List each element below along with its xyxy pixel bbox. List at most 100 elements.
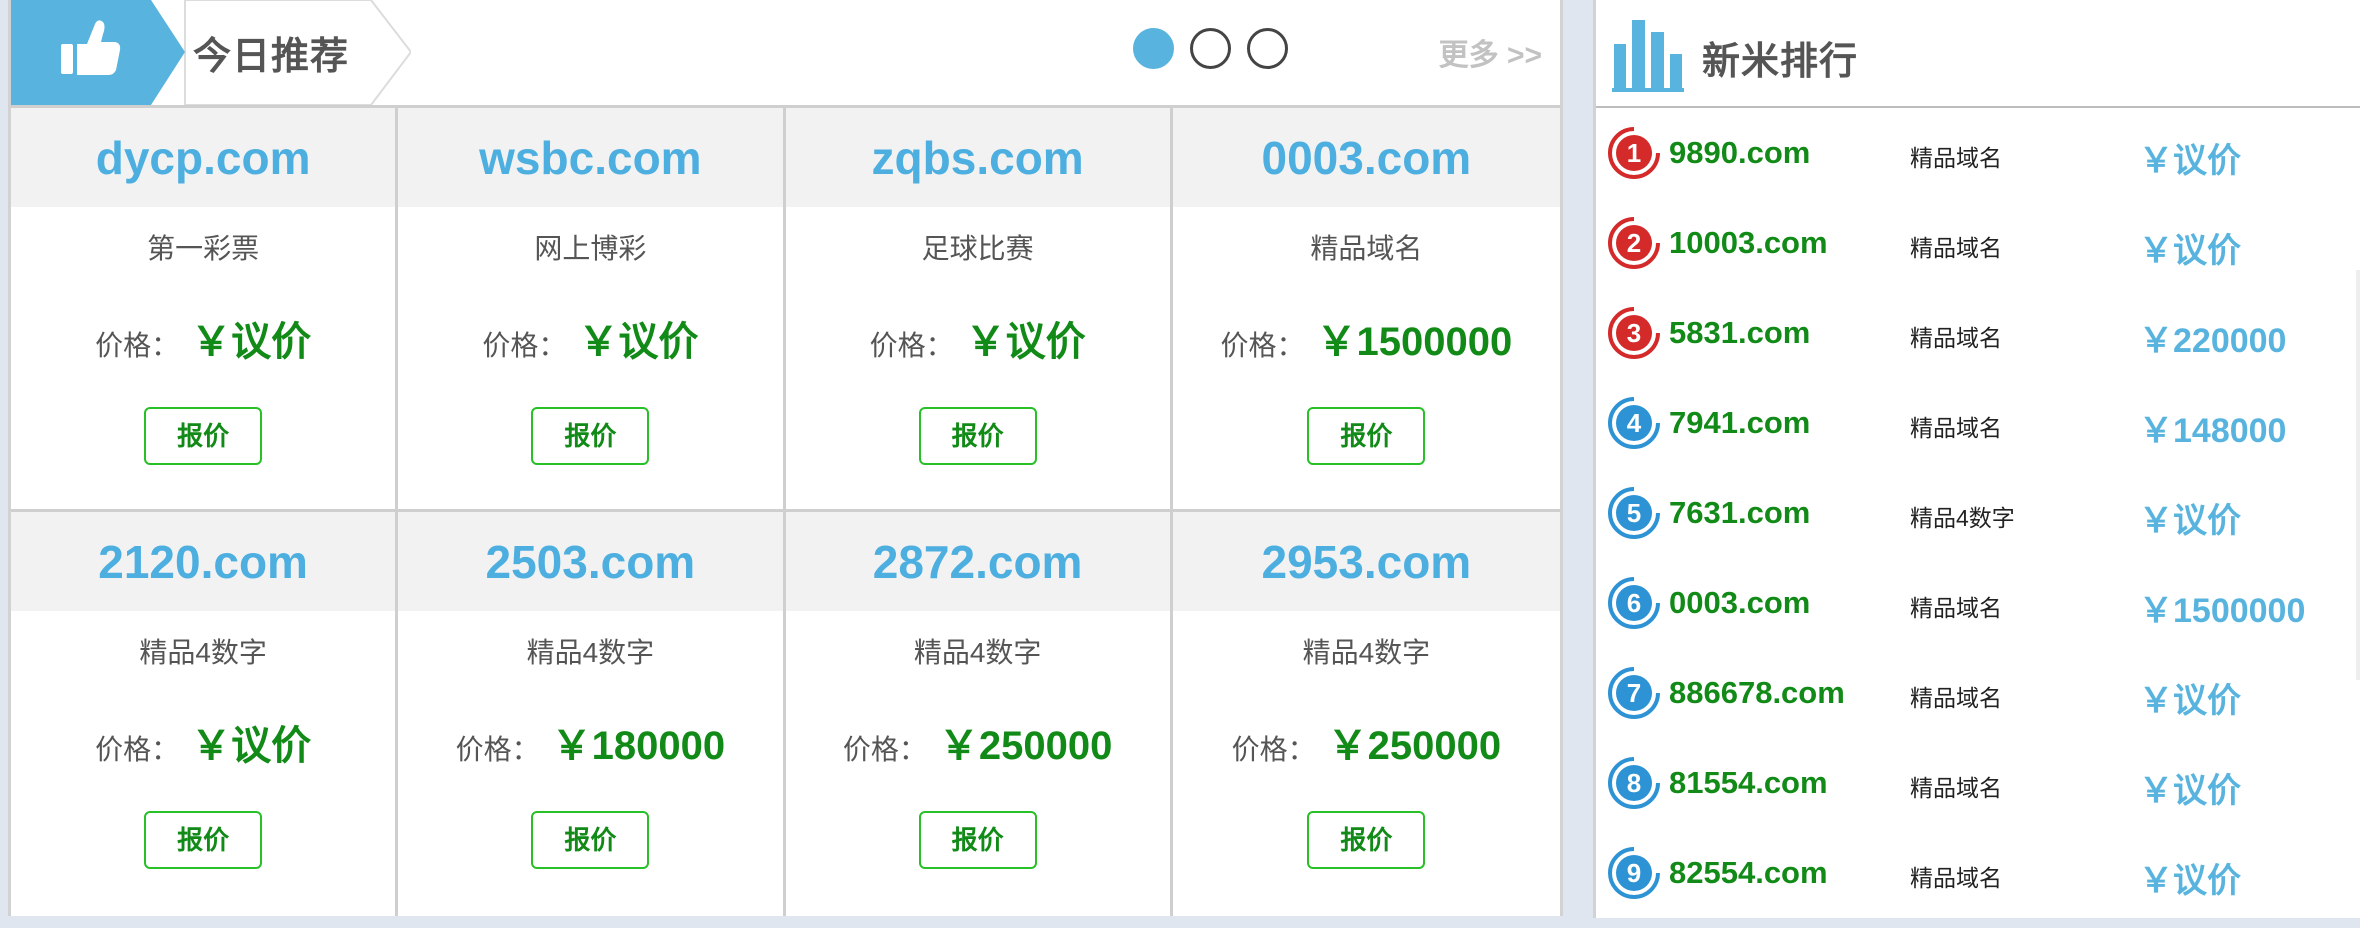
price-value: ￥议价 [965, 320, 1086, 364]
recommend-header: 今日推荐 更多 >> [11, 0, 1560, 105]
rank-badge: 5 [1608, 487, 1660, 539]
quote-button[interactable]: 报价 [918, 407, 1037, 465]
rank-domain[interactable]: 886678.com [1669, 675, 1845, 711]
rank-number: 9 [1627, 858, 1641, 888]
rank-number: 2 [1627, 228, 1641, 258]
rank-price: ￥148000 [2139, 412, 2287, 450]
price-value: ￥250000 [938, 724, 1113, 768]
domain-card: 2953.com 精品4数字 价格： ￥250000 报价 [1172, 512, 1560, 916]
ranking-row: 3 5831.com 精品域名 ￥220000 [1596, 288, 2360, 378]
card-description: 足球比赛 [921, 233, 1034, 264]
rank-number: 5 [1627, 498, 1641, 528]
card-domain[interactable]: 0003.com [1172, 108, 1560, 207]
rank-number: 4 [1627, 408, 1642, 438]
price-value: ￥议价 [578, 320, 699, 364]
rank-category: 精品域名 [1910, 325, 2002, 351]
quote-button[interactable]: 报价 [531, 407, 650, 465]
price-label: 价格： [842, 734, 927, 765]
rank-price: ￥议价 [2139, 862, 2241, 900]
rank-domain[interactable]: 82554.com [1669, 855, 1828, 891]
rank-category: 精品域名 [1910, 595, 2002, 621]
carousel-dot-1[interactable] [1133, 28, 1174, 69]
card-description: 精品4数字 [139, 637, 267, 668]
domain-card: wsbc.com 网上博彩 价格： ￥议价 报价 [398, 108, 786, 512]
carousel-dots [1133, 28, 1288, 69]
card-description: 第一彩票 [147, 233, 260, 264]
rank-price: ￥220000 [2139, 322, 2287, 360]
card-price-row: 价格： ￥250000 [786, 713, 1170, 771]
rank-domain[interactable]: 0003.com [1669, 585, 1810, 621]
ranking-header: 新米排行 [1596, 0, 2360, 106]
rank-badge: 6 [1608, 577, 1660, 629]
ranking-panel: 新米排行 1 9890.com 精品域名 ￥议价 2 10003.com 精品域… [1593, 0, 2360, 918]
recommend-grid: dycp.com 第一彩票 价格： ￥议价 报价 wsbc.com 网上博彩 价… [11, 108, 1560, 916]
rank-price: ￥议价 [2139, 772, 2241, 810]
card-domain[interactable]: zqbs.com [785, 108, 1170, 207]
card-domain[interactable]: 2953.com [1172, 512, 1560, 611]
ranking-row: 6 0003.com 精品域名 ￥1500000 [1596, 558, 2360, 648]
rank-domain[interactable]: 9890.com [1669, 135, 1810, 171]
domain-card: dycp.com 第一彩票 价格： ￥议价 报价 [11, 108, 399, 512]
rank-price: ￥议价 [2139, 502, 2241, 540]
ranking-row: 7 886678.com 精品域名 ￥议价 [1596, 648, 2360, 738]
card-domain[interactable]: dycp.com [11, 108, 396, 207]
recommend-title: 今日推荐 [193, 36, 350, 78]
card-domain[interactable]: 2120.com [11, 512, 396, 611]
quote-button[interactable]: 报价 [918, 811, 1037, 869]
card-domain[interactable]: 2503.com [398, 512, 783, 611]
rank-category: 精品域名 [1910, 865, 2002, 891]
ranking-row: 1 9890.com 精品域名 ￥议价 [1596, 108, 2360, 198]
rank-domain[interactable]: 7631.com [1669, 495, 1810, 531]
card-domain[interactable]: wsbc.com [398, 108, 783, 207]
price-label: 价格： [455, 734, 540, 765]
price-value: ￥250000 [1327, 724, 1502, 768]
price-value: ￥1500000 [1316, 320, 1513, 364]
recommend-panel: 今日推荐 更多 >> dycp.com 第一彩票 价格： ￥议价 报价 wsbc… [8, 0, 1563, 916]
rank-category: 精品域名 [1910, 145, 2002, 171]
card-domain[interactable]: 2872.com [785, 512, 1170, 611]
quote-button[interactable]: 报价 [144, 811, 263, 869]
ranking-row: 5 7631.com 精品4数字 ￥议价 [1596, 468, 2360, 558]
quote-button[interactable]: 报价 [531, 811, 650, 869]
more-link[interactable]: 更多 >> [1439, 30, 1542, 74]
carousel-dot-3[interactable] [1247, 28, 1288, 69]
card-description: 精品域名 [1310, 233, 1423, 264]
card-price-row: 价格： ￥议价 [786, 309, 1170, 367]
price-value: ￥议价 [191, 320, 312, 364]
quote-button[interactable]: 报价 [1307, 407, 1426, 465]
ranking-list: 1 9890.com 精品域名 ￥议价 2 10003.com 精品域名 ￥议价… [1596, 108, 2360, 918]
rank-number: 7 [1627, 678, 1641, 708]
price-label: 价格： [482, 330, 567, 361]
ranking-row: 2 10003.com 精品域名 ￥议价 [1596, 198, 2360, 288]
price-label: 价格： [869, 330, 954, 361]
rank-domain[interactable]: 7941.com [1669, 405, 1810, 441]
quote-button[interactable]: 报价 [1307, 811, 1426, 869]
domain-card: zqbs.com 足球比赛 价格： ￥议价 报价 [785, 108, 1173, 512]
rank-badge: 1 [1608, 127, 1660, 179]
rank-domain[interactable]: 5831.com [1669, 315, 1810, 351]
card-price-row: 价格： ￥1500000 [1173, 309, 1560, 367]
domain-card: 2120.com 精品4数字 价格： ￥议价 报价 [11, 512, 399, 916]
rank-badge: 9 [1608, 847, 1660, 899]
card-price-row: 价格： ￥250000 [1173, 713, 1560, 771]
price-label: 价格： [95, 330, 180, 361]
card-description: 精品4数字 [526, 637, 655, 668]
ranking-row: 8 81554.com 精品域名 ￥议价 [1596, 738, 2360, 828]
rank-price: ￥议价 [2139, 232, 2241, 270]
card-description: 精品4数字 [913, 637, 1042, 668]
rank-badge: 7 [1608, 667, 1660, 719]
rank-category: 精品域名 [1910, 235, 2002, 261]
price-value: ￥议价 [191, 724, 312, 768]
ranking-title: 新米排行 [1702, 41, 1859, 83]
price-label: 价格： [1231, 734, 1316, 765]
rank-domain[interactable]: 10003.com [1669, 225, 1828, 261]
card-description: 网上博彩 [534, 233, 647, 264]
card-price-row: 价格： ￥议价 [11, 309, 395, 367]
rank-category: 精品4数字 [1910, 505, 2015, 531]
quote-button[interactable]: 报价 [144, 407, 263, 465]
rank-domain[interactable]: 81554.com [1669, 765, 1828, 801]
rank-price: ￥1500000 [2139, 592, 2306, 630]
rank-price: ￥议价 [2139, 142, 2241, 180]
rank-badge: 2 [1608, 217, 1660, 269]
carousel-dot-2[interactable] [1190, 28, 1231, 69]
